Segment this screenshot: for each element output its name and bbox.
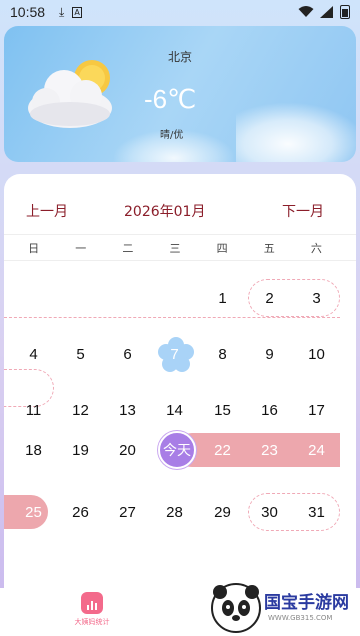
calendar-day[interactable]: 23 xyxy=(246,433,293,467)
weekday-label: 六 xyxy=(310,242,322,255)
weather-condition: 晴/优 xyxy=(160,130,184,141)
calendar-day[interactable]: 15 xyxy=(199,393,246,427)
calendar-day[interactable]: 2 xyxy=(246,281,293,315)
today-marker[interactable]: 今天 xyxy=(158,431,196,469)
calendar-day[interactable]: 10 xyxy=(293,337,340,371)
month-title: 2026年01月 xyxy=(124,204,206,220)
bar-chart-icon xyxy=(81,592,103,614)
calendar-day[interactable]: 13 xyxy=(104,393,151,427)
prev-month-button[interactable]: 上一月 xyxy=(26,201,68,221)
sun-behind-cloud-icon xyxy=(28,60,112,128)
calendar-day[interactable]: 28 xyxy=(151,495,198,529)
weekday-label: 五 xyxy=(263,242,275,255)
weekday-label: 三 xyxy=(169,242,181,255)
calendar-day[interactable]: 20 xyxy=(104,433,151,467)
calendar-day[interactable]: 14 xyxy=(151,393,198,427)
wifi-icon xyxy=(298,6,314,17)
calendar-day[interactable]: 22 xyxy=(199,433,246,467)
weather-card[interactable]: 北京 -6℃ 晴/优 xyxy=(4,26,356,162)
a-badge-icon: A xyxy=(72,6,82,18)
calendar-day[interactable]: 6 xyxy=(104,337,151,371)
calendar-day[interactable]: 11 xyxy=(10,393,57,427)
watermark: 国宝手游网 WWW.GB315.COM xyxy=(206,580,360,636)
panda-icon xyxy=(211,583,261,633)
divider xyxy=(4,234,356,235)
calendar-day[interactable]: 4 xyxy=(10,337,57,371)
calendar-day[interactable]: 26 xyxy=(57,495,104,529)
calendar-day[interactable]: 29 xyxy=(199,495,246,529)
weekday-header: 日 一 二 三 四 五 六 xyxy=(10,240,340,260)
calendar-day[interactable]: 25 xyxy=(10,495,57,529)
battery-icon xyxy=(340,5,350,19)
calendar-header: 上一月 2026年01月 下一月 xyxy=(4,198,356,222)
calendar-day[interactable]: 12 xyxy=(57,393,104,427)
status-time: 10:58 xyxy=(10,4,46,20)
watermark-brand: 国宝手游网 xyxy=(264,593,349,613)
calendar-day[interactable]: 19 xyxy=(57,433,104,467)
calendar-day[interactable]: 7 xyxy=(151,337,198,371)
watermark-url: WWW.GB315.COM xyxy=(268,614,333,622)
calendar-day[interactable]: 1 xyxy=(199,281,246,315)
calendar-day[interactable]: 24 xyxy=(293,433,340,467)
next-month-button[interactable]: 下一月 xyxy=(282,201,324,221)
download-icon: ⤓ xyxy=(59,4,65,19)
calendar-day[interactable]: 3 xyxy=(293,281,340,315)
weekday-label: 一 xyxy=(75,242,87,255)
calendar-day[interactable]: 31 xyxy=(293,495,340,529)
calendar-day[interactable]: 8 xyxy=(199,337,246,371)
calendar-day[interactable]: 5 xyxy=(57,337,104,371)
temperature: -6℃ xyxy=(144,84,197,114)
signal-icon xyxy=(320,6,333,18)
calendar-day[interactable]: 17 xyxy=(293,393,340,427)
status-bar: 10:58 ⤓ A xyxy=(0,0,360,24)
weekday-label: 四 xyxy=(216,242,228,255)
divider xyxy=(4,260,356,261)
city-name: 北京 xyxy=(167,50,192,64)
calendar-card: 上一月 2026年01月 下一月 日 一 二 三 四 五 六 今天 1 2 3 … xyxy=(4,174,356,594)
calendar-day[interactable]: 9 xyxy=(246,337,293,371)
weekday-label: 二 xyxy=(122,242,134,255)
cloud-decoration xyxy=(236,102,356,162)
calendar-day[interactable]: 27 xyxy=(104,495,151,529)
calendar-day[interactable]: 30 xyxy=(246,495,293,529)
nav-item-period-stats[interactable]: 大姨妈统计 xyxy=(62,592,122,627)
calendar-day[interactable]: 18 xyxy=(10,433,57,467)
nav-label: 大姨妈统计 xyxy=(74,618,110,626)
calendar-day[interactable]: 16 xyxy=(246,393,293,427)
weekday-label: 日 xyxy=(28,242,40,255)
